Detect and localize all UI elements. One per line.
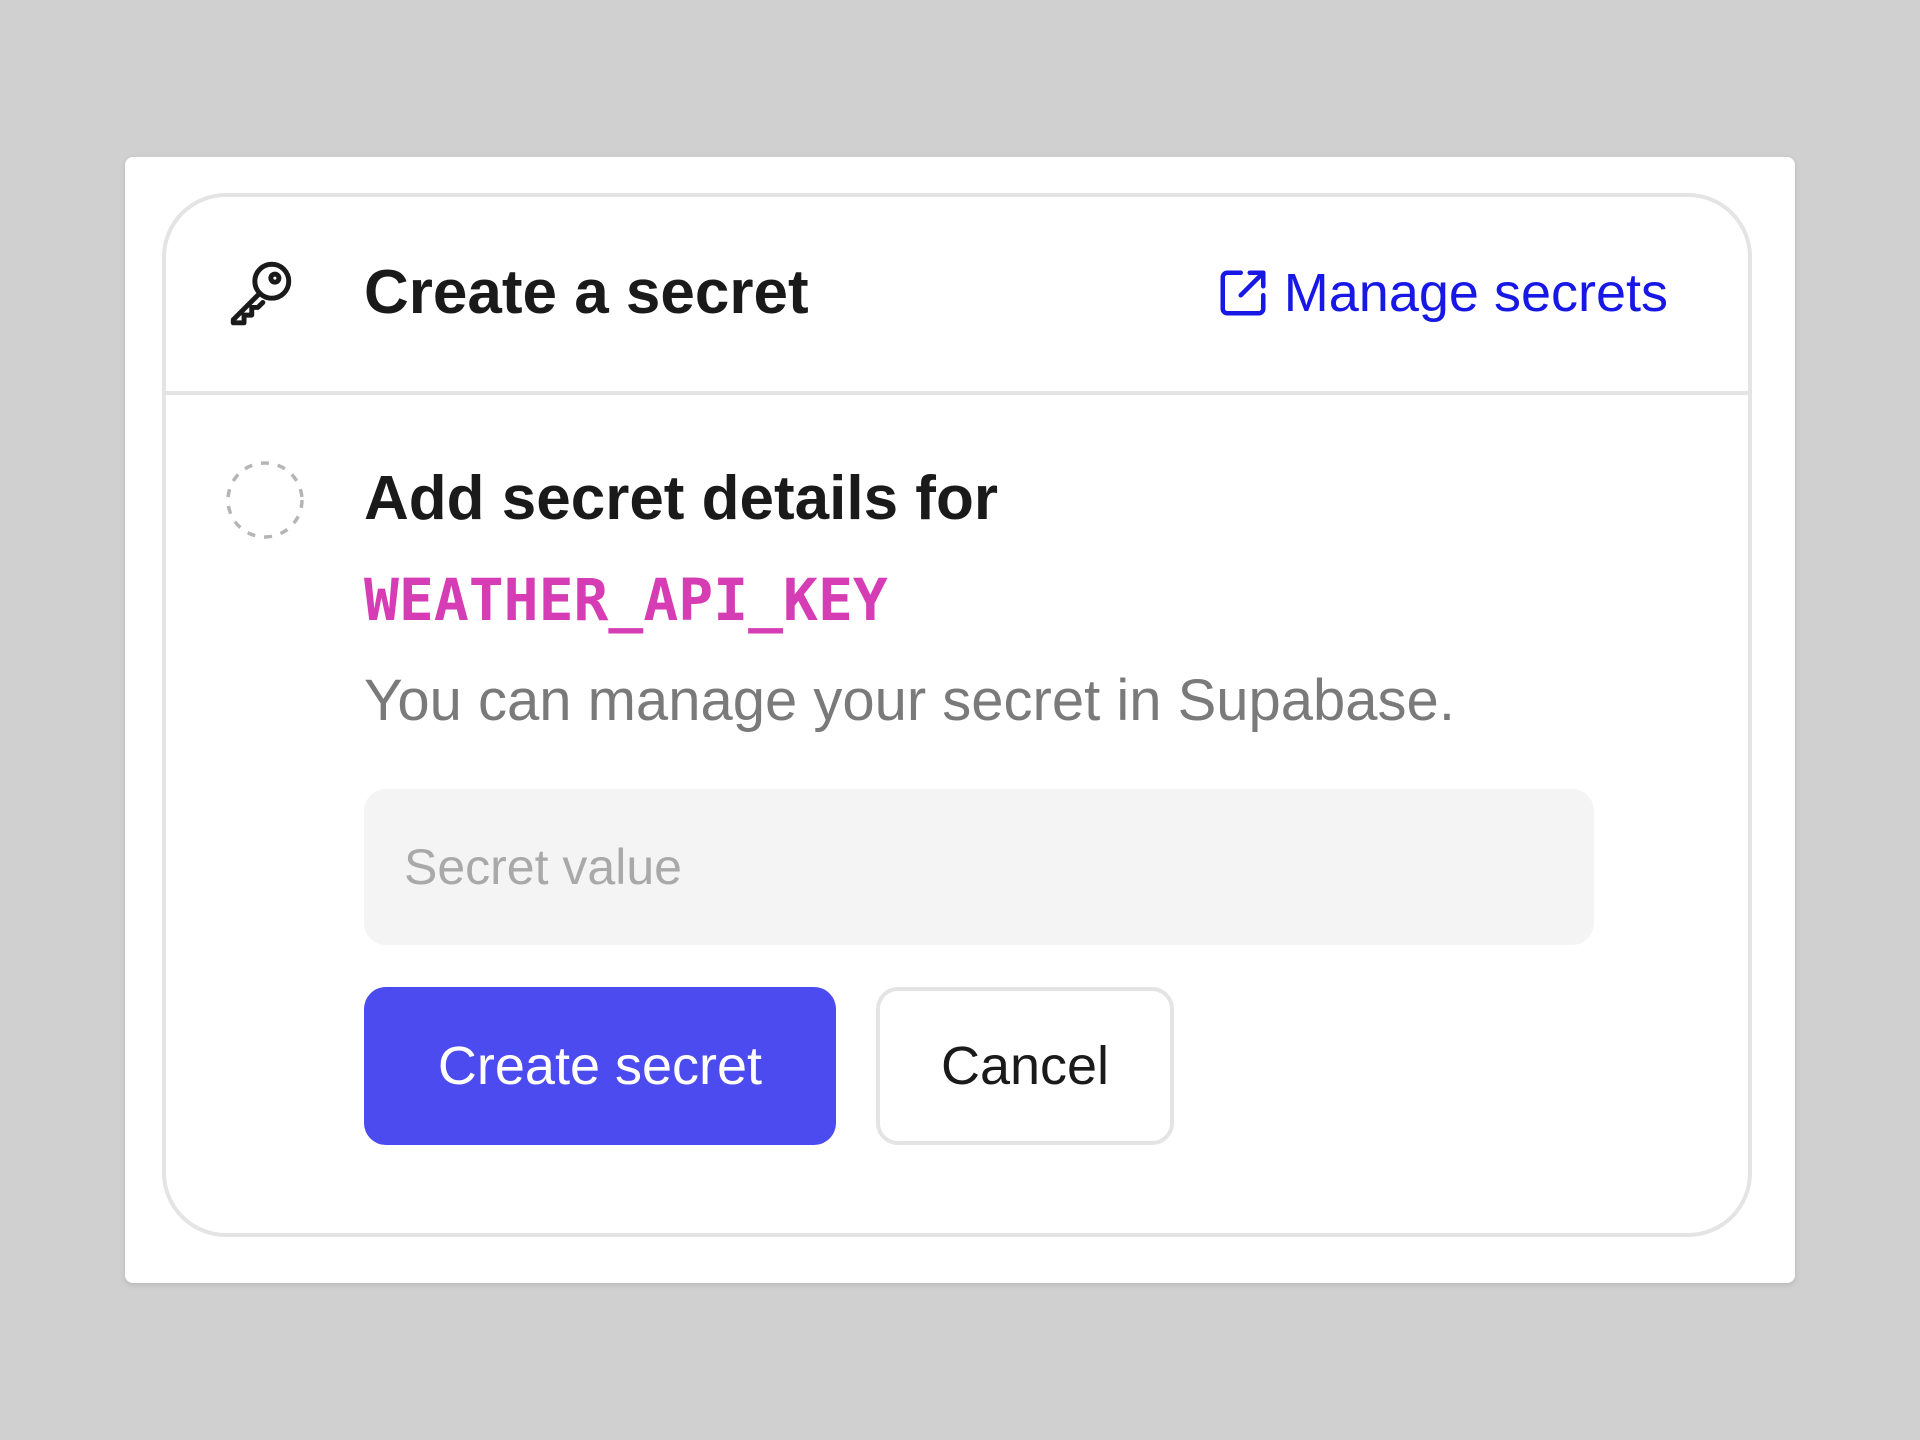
step-description: You can manage your secret in Supabase. [364,668,1455,733]
manage-secrets-link[interactable]: Manage secrets [1216,257,1668,329]
card-header: Create a secret Manage secrets [166,197,1748,395]
external-link-icon [1216,266,1270,320]
manage-secrets-label: Manage secrets [1283,263,1668,323]
step-title: Add secret details for [364,464,998,533]
key-icon [224,255,298,329]
page-title: Create a secret [364,258,809,327]
dialog-frame: Create a secret Manage secrets Add secre… [125,157,1795,1283]
secret-name: WEATHER_API_KEY [364,566,888,634]
step-content: Add secret details for WEATHER_API_KEY Y… [364,459,1684,1145]
create-secret-button[interactable]: Create secret [364,987,836,1145]
secret-value-input[interactable] [364,789,1594,945]
create-secret-card: Create a secret Manage secrets Add secre… [162,193,1752,1237]
cancel-button[interactable]: Cancel [876,987,1174,1145]
dashed-circle-icon [224,459,306,541]
action-buttons: Create secret Cancel [364,987,1684,1145]
